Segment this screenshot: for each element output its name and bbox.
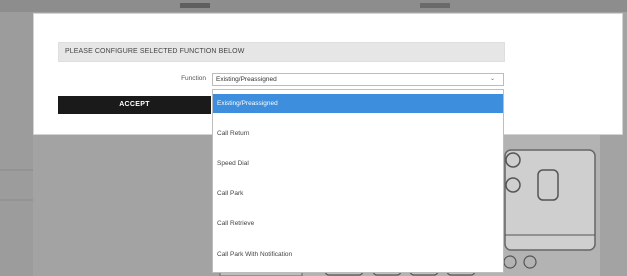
function-select[interactable]: Existing/Preassigned ⌄ — [212, 73, 504, 86]
accept-button[interactable]: ACCEPT — [58, 96, 211, 114]
function-select-value: Existing/Preassigned — [216, 76, 277, 83]
dropdown-option[interactable]: Existing/Preassigned — [213, 94, 503, 113]
dropdown-option[interactable]: Call Park — [213, 184, 503, 203]
dropdown-option[interactable]: Call Retrieve — [213, 214, 503, 233]
dialog-header: PLEASE CONFIGURE SELECTED FUNCTION BELOW — [58, 42, 505, 62]
function-dropdown-list: Existing/Preassigned Call Return Speed D… — [212, 89, 504, 273]
dropdown-option[interactable]: Speed Dial — [213, 154, 503, 173]
dropdown-option[interactable]: Call Return — [213, 124, 503, 143]
chevron-down-icon: ⌄ — [489, 76, 495, 82]
dropdown-option[interactable]: Call Park With Notification — [213, 245, 503, 264]
function-label: Function — [181, 75, 206, 82]
